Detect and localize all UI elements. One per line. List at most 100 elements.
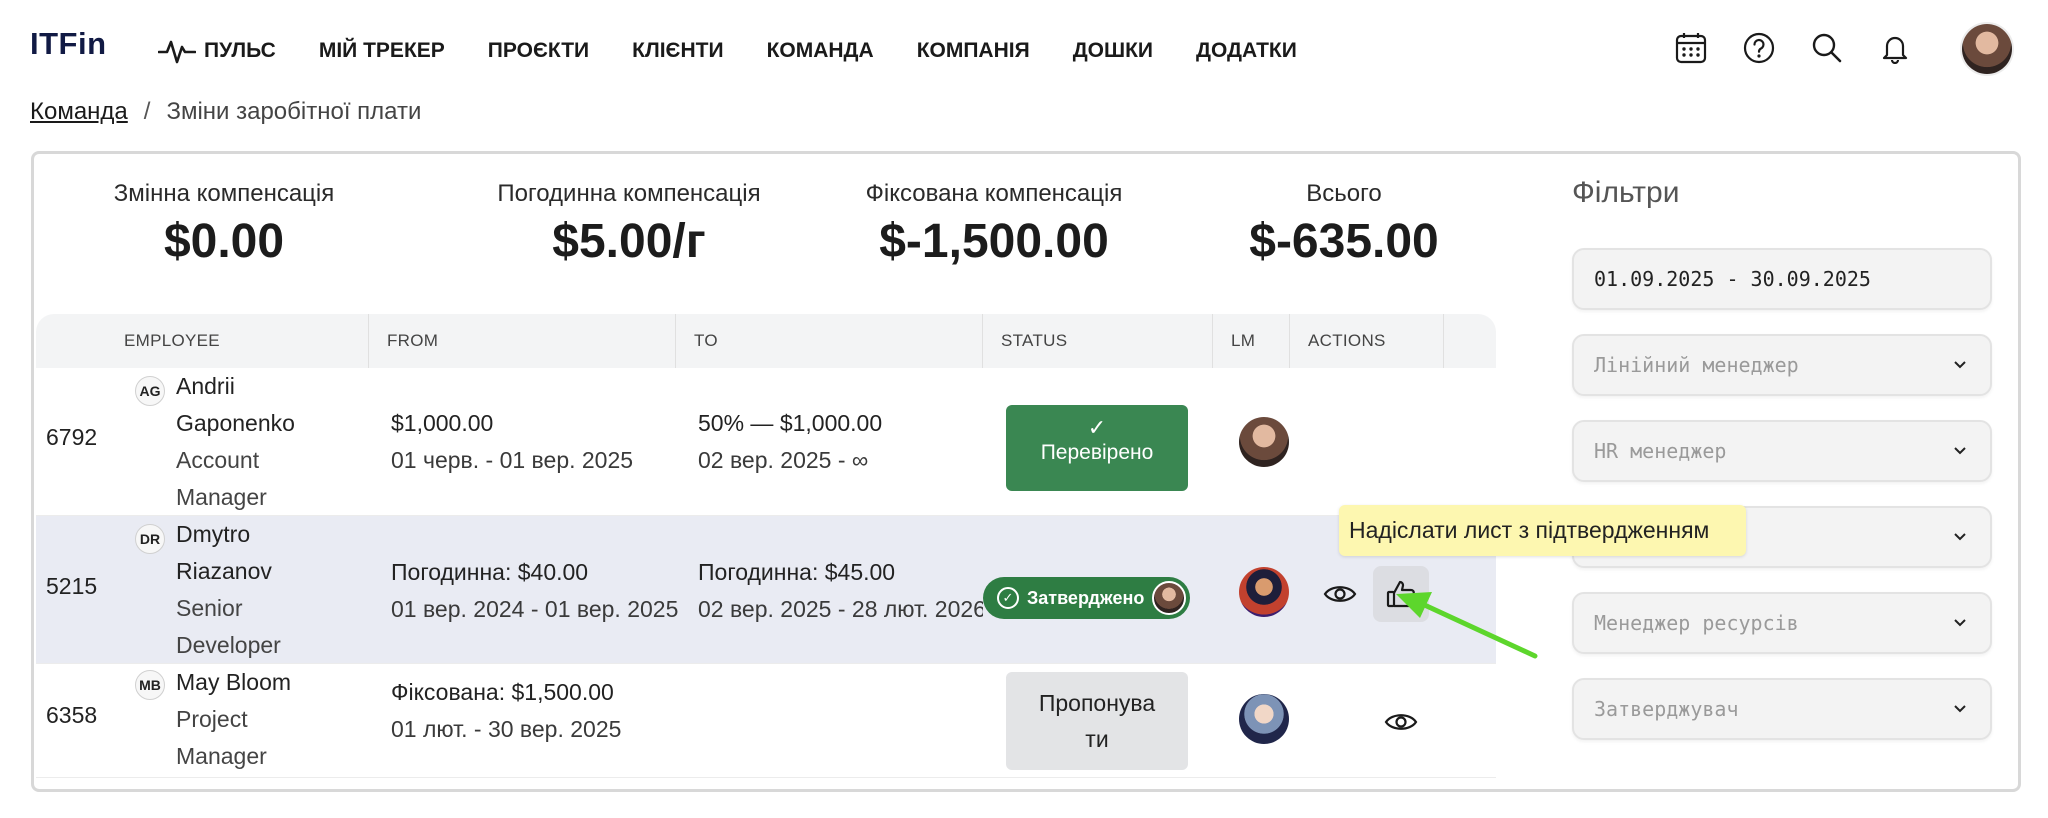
table-row[interactable]: 5215 DR Dmytro Riazanov Senior Developer… xyxy=(36,516,1496,664)
employee-name-line: Andrii xyxy=(176,373,235,399)
summary-value: $5.00/г xyxy=(552,215,706,268)
check-circle-icon: ✓ xyxy=(997,587,1019,609)
approver-avatar xyxy=(1152,581,1187,615)
eye-icon xyxy=(1323,586,1357,602)
chevron-down-icon xyxy=(1954,361,1966,369)
from-period: 01 лют. - 30 вер. 2025 xyxy=(391,716,622,742)
employee-initials: DR xyxy=(135,524,165,554)
summary-value: $-635.00 xyxy=(1249,215,1439,268)
main-menu: ПУЛЬС МІЙ ТРЕКЕР ПРОЄКТИ КЛІЄНТИ КОМАНДА… xyxy=(158,36,1340,66)
nav-item-team[interactable]: КОМАНДА xyxy=(767,39,874,63)
chevron-down-icon xyxy=(1954,705,1966,713)
nav-item-label: ДОШКИ xyxy=(1072,39,1153,62)
column-header-employee[interactable]: EMPLOYEE xyxy=(106,314,369,368)
column-header-status[interactable]: STATUS xyxy=(983,314,1213,368)
nav-item-pulse[interactable]: ПУЛЬС xyxy=(158,36,276,66)
nav-item-label: КОМАНДА xyxy=(766,39,874,62)
view-button[interactable] xyxy=(1312,566,1368,622)
nav-item-label: КЛІЄНТИ xyxy=(632,39,724,62)
eye-icon xyxy=(1384,714,1418,730)
nav-item-label: МІЙ ТРЕКЕР xyxy=(318,39,445,62)
to-value: 50% — $1,000.00 xyxy=(698,410,883,436)
employee-role-line: Account xyxy=(176,447,260,473)
summary-value: $-1,500.00 xyxy=(879,215,1109,268)
view-button[interactable] xyxy=(1373,694,1429,750)
approver-filter[interactable]: Затверджувач xyxy=(1572,678,1992,740)
employee-id: 6792 xyxy=(46,424,98,450)
summary-label: Змінна компенсація xyxy=(113,180,335,207)
employee-name[interactable]: May Bloom Project Manager xyxy=(176,664,326,775)
from-period: 01 вер. 2024 - 01 вер. 2025 xyxy=(391,596,679,622)
summary-total: Всього $-635.00 xyxy=(1224,180,1464,269)
nav-item-addons[interactable]: ДОДАТКИ xyxy=(1196,39,1297,63)
pulse-icon xyxy=(158,40,196,64)
status-badge-verified: ✓ Перевірено xyxy=(1006,405,1188,491)
employee-role-line: Manager xyxy=(176,484,267,510)
employee-id: 6358 xyxy=(46,702,98,728)
status-label-line: Пропонува xyxy=(1038,690,1156,716)
status-label: Перевірено xyxy=(1040,441,1154,464)
user-avatar[interactable] xyxy=(1962,24,2012,74)
table-row[interactable]: 6792 AG Andrii Gaponenko Account Manager… xyxy=(36,368,1496,516)
employee-name[interactable]: Dmytro Riazanov Senior Developer xyxy=(176,516,326,664)
breadcrumb-separator: / xyxy=(143,98,151,125)
line-manager-avatar[interactable] xyxy=(1239,417,1289,467)
summary-label: Всього xyxy=(1306,180,1382,207)
help-icon[interactable] xyxy=(1741,30,1777,66)
from-period: 01 черв. - 01 вер. 2025 xyxy=(391,447,634,473)
check-icon: ✓ xyxy=(1087,415,1107,440)
hr-manager-filter[interactable]: HR менеджер xyxy=(1572,420,1992,482)
compensation-summary: Змінна компенсація $0.00 Погодинна компе… xyxy=(94,180,1534,280)
column-header-to[interactable]: TO xyxy=(676,314,983,368)
salary-changes-table: EMPLOYEE FROM TO STATUS LM ACTIONS 6792 … xyxy=(36,314,1496,778)
summary-value: $0.00 xyxy=(163,215,285,268)
breadcrumb-current: Зміни заробітної плати xyxy=(166,98,422,125)
line-manager-filter[interactable]: Лінійний менеджер xyxy=(1572,334,1992,396)
status-label-line: ти xyxy=(1085,726,1109,752)
column-header-actions: ACTIONS xyxy=(1290,314,1444,368)
annotation-arrow xyxy=(1396,592,1538,659)
nav-item-company[interactable]: КОМПАНІЯ xyxy=(917,39,1030,63)
employee-role-line: Developer xyxy=(176,632,281,658)
chevron-down-icon xyxy=(1954,533,1966,541)
nav-item-boards[interactable]: ДОШКИ xyxy=(1073,39,1153,63)
employee-name[interactable]: Andrii Gaponenko Account Manager xyxy=(176,368,326,516)
table-row[interactable]: 6358 MB May Bloom Project Manager Фіксов… xyxy=(36,664,1496,778)
column-header-from[interactable]: FROM xyxy=(369,314,676,368)
nav-item-label: ПРОЄКТИ xyxy=(487,39,590,62)
filters-title: Фільтри xyxy=(1572,176,1680,209)
breadcrumb-team-link[interactable]: Команда xyxy=(30,98,128,126)
bell-icon[interactable] xyxy=(1877,30,1913,66)
top-navigation: ITFin ПУЛЬС МІЙ ТРЕКЕР ПРОЄКТИ КЛІЄНТИ К… xyxy=(0,0,2048,100)
date-range-filter[interactable]: 01.09.2025 - 30.09.2025 xyxy=(1572,248,1992,310)
filter-placeholder: Затверджувач xyxy=(1594,697,1739,721)
chevron-down-icon xyxy=(1954,619,1966,627)
to-period: 02 вер. 2025 - 28 лют. 2026 xyxy=(698,596,983,622)
resource-manager-filter[interactable]: Менеджер ресурсів xyxy=(1572,592,1992,654)
table-header: EMPLOYEE FROM TO STATUS LM ACTIONS xyxy=(36,314,1496,368)
status-badge-proposed: Пропонува ти xyxy=(1006,672,1188,770)
search-icon[interactable] xyxy=(1809,30,1845,66)
column-header-lm[interactable]: LM xyxy=(1213,314,1290,368)
nav-item-label: ДОДАТКИ xyxy=(1196,39,1297,62)
nav-item-projects[interactable]: ПРОЄКТИ xyxy=(488,39,589,63)
line-manager-avatar[interactable] xyxy=(1239,694,1289,744)
filter-placeholder: Менеджер ресурсів xyxy=(1594,611,1799,635)
nav-item-clients[interactable]: КЛІЄНТИ xyxy=(632,39,723,63)
employee-name-line: Gaponenko xyxy=(176,410,295,436)
employee-initials: AG xyxy=(135,376,165,406)
summary-label: Погодинна компенсація xyxy=(497,180,761,207)
status-badge-approved: ✓ Затверджено xyxy=(983,577,1191,619)
summary-label: Фіксована компенсація xyxy=(865,180,1123,207)
status-label: Затверджено xyxy=(1027,587,1145,608)
summary-fixed: Фіксована компенсація $-1,500.00 xyxy=(854,180,1134,269)
line-manager-avatar[interactable] xyxy=(1239,567,1289,617)
employee-role-line: Senior xyxy=(176,595,243,621)
calendar-icon[interactable] xyxy=(1673,30,1709,66)
employee-role-line: Project xyxy=(176,706,248,732)
from-value: $1,000.00 xyxy=(391,410,494,436)
nav-item-my-tracker[interactable]: МІЙ ТРЕКЕР xyxy=(319,39,445,63)
to-value: Погодинна: $45.00 xyxy=(698,559,896,585)
app-logo[interactable]: ITFin xyxy=(30,26,107,62)
employee-role-line: Manager xyxy=(176,743,267,769)
